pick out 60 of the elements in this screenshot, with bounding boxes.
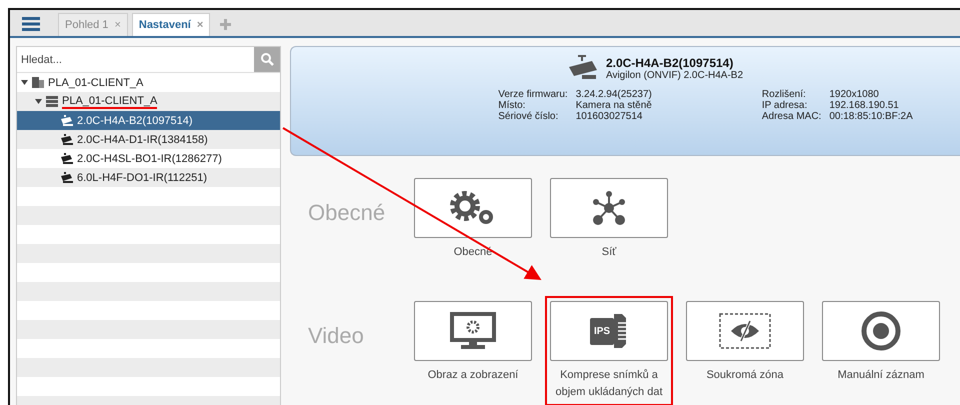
device-model: Avigilon (ONVIF) 2.0C-H4A-B2: [606, 70, 744, 80]
tab-label: Pohled 1: [65, 19, 108, 31]
info-label: IP adresa:: [762, 100, 808, 111]
icon-label: IPS: [590, 318, 614, 344]
info-label: Sériové číslo:: [498, 111, 560, 122]
info-value: 101603027514: [576, 111, 644, 122]
tile-label: Síť: [602, 245, 616, 260]
settings-tile[interactable]: [414, 178, 532, 238]
tree-item-label: 6.0L-H4F-DO1-IR(112251): [77, 172, 208, 184]
camera-icon: [60, 115, 73, 126]
info-label: Adresa MAC:: [762, 111, 822, 122]
settings-tile[interactable]: IPS: [550, 301, 668, 361]
tree-item-label: PLA_01-CLIENT_A: [62, 94, 158, 108]
section-title: Video: [307, 322, 365, 349]
device-name: 2.0C-H4A-B2(1097514): [606, 56, 734, 70]
building-icon: [32, 77, 44, 88]
memory-card-icon: [614, 312, 628, 350]
camera-icon: [568, 55, 598, 81]
settings-tile[interactable]: [550, 178, 668, 238]
info-label: Místo:: [498, 100, 526, 111]
tree-item[interactable]: PLA_01-CLIENT_A: [17, 92, 280, 111]
camera-icon: [60, 134, 73, 145]
settings-tile[interactable]: [822, 301, 940, 361]
caret-icon[interactable]: [35, 98, 42, 105]
tree-item[interactable]: 2.0C-H4A-D1-IR(1384158): [17, 130, 280, 149]
settings-tile[interactable]: [686, 301, 804, 361]
info-value: 1920x1080: [829, 89, 880, 100]
tree-item[interactable]: PLA_01-CLIENT_A: [17, 73, 280, 92]
server-icon: [46, 96, 58, 107]
tile-label: Soukromá zóna: [706, 368, 784, 383]
settings-tile[interactable]: [414, 301, 532, 361]
tree-item-label: 2.0C-H4SL-BO1-IR(1286277): [77, 152, 222, 164]
record-icon: [861, 311, 901, 351]
tile-label: Komprese snímků a objem ukládaných dat: [554, 368, 664, 400]
camera-icon: [60, 153, 73, 164]
menu-icon[interactable]: [22, 17, 40, 31]
hidden-eye-icon: [719, 313, 771, 349]
tile-label: Obraz a zobrazení: [428, 368, 518, 383]
tree-item-label: 2.0C-H4A-B2(1097514): [77, 114, 193, 126]
tree-item-label: PLA_01-CLIENT_A: [48, 76, 144, 88]
info-label: Verze firmwaru:: [498, 89, 568, 100]
network-icon: [591, 190, 627, 226]
camera-icon: [60, 172, 73, 183]
info-value: 192.168.190.51: [829, 100, 900, 111]
tab[interactable]: Nastavení ×: [132, 13, 210, 36]
info-label: Rozlišení:: [762, 89, 807, 100]
tree-item[interactable]: 2.0C-H4SL-BO1-IR(1286277): [17, 149, 280, 168]
caret-icon[interactable]: [21, 79, 28, 86]
info-value: Kamera na stěně: [576, 100, 652, 111]
tree-item-label: 2.0C-H4A-D1-IR(1384158): [77, 134, 208, 146]
info-value: 3.24.2.94(25237): [576, 89, 652, 100]
tile-label: Manuální záznam: [838, 368, 924, 383]
search-icon: [260, 53, 274, 66]
tile-label: Obecné: [454, 245, 492, 260]
tree-item[interactable]: 6.0L-H4F-DO1-IR(112251): [17, 168, 280, 187]
tab-label: Nastavení: [138, 19, 191, 31]
tree-item[interactable]: 2.0C-H4A-B2(1097514): [17, 111, 280, 130]
monitor-icon: [450, 312, 496, 350]
section-title: Obecné: [307, 199, 386, 226]
info-value: 00:18:85:10:BF:2A: [829, 111, 913, 122]
